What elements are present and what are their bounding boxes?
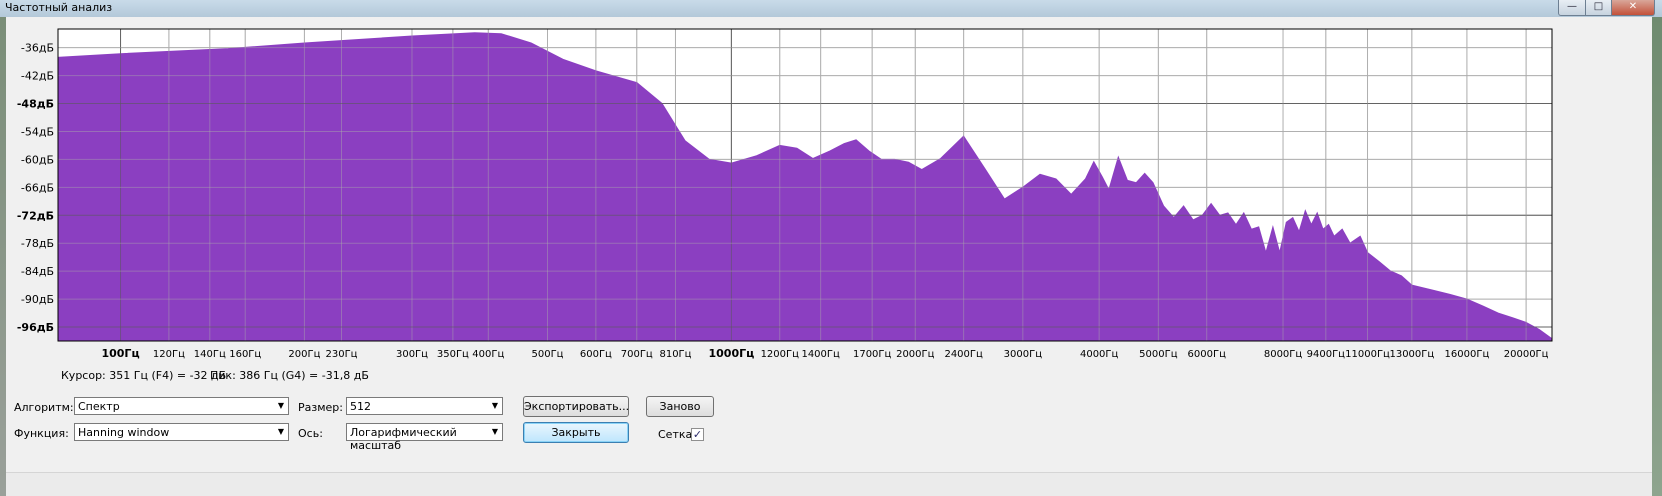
x-tick-label: 2000Гц xyxy=(896,349,935,360)
y-tick-label: -66дБ xyxy=(21,181,54,194)
replot-button[interactable]: Заново xyxy=(646,396,714,417)
y-tick-label: -42дБ xyxy=(21,70,54,83)
x-tick-label: 300Гц xyxy=(396,349,428,360)
peak-readout: Пик: 386 Гц (G4) = -31,8 дБ xyxy=(210,369,369,382)
status-strip xyxy=(6,472,1652,496)
grid-label: Сетка xyxy=(658,428,693,441)
grid-checkbox[interactable]: ✓ xyxy=(691,428,704,441)
x-tick-label: 1700Гц xyxy=(853,349,892,360)
y-tick-label: -72дБ xyxy=(17,209,54,222)
x-tick-label: 8000Гц xyxy=(1264,349,1303,360)
algorithm-label: Алгоритм: xyxy=(14,401,74,414)
size-select[interactable]: 512 ▼ xyxy=(346,397,503,415)
function-label: Функция: xyxy=(14,427,69,440)
minimize-button[interactable]: — xyxy=(1558,0,1586,16)
chevron-down-icon: ▼ xyxy=(491,401,498,410)
x-tick-label: 140Гц xyxy=(194,349,226,360)
x-tick-label: 700Гц xyxy=(621,349,653,360)
x-tick-label: 600Гц xyxy=(580,349,612,360)
close-window-button[interactable]: ✕ xyxy=(1611,0,1655,16)
chevron-down-icon: ▼ xyxy=(491,427,498,436)
x-tick-label: 200Гц xyxy=(288,349,320,360)
x-tick-label: 3000Гц xyxy=(1004,349,1043,360)
algorithm-value: Спектр xyxy=(78,400,120,413)
background-window-edge-right xyxy=(1652,17,1662,496)
x-tick-label: 1000Гц xyxy=(708,347,754,360)
x-tick-label: 13000Гц xyxy=(1389,349,1434,360)
x-tick-label: 400Гц xyxy=(472,349,504,360)
size-value: 512 xyxy=(350,400,371,413)
export-button[interactable]: Экспортировать... xyxy=(523,396,629,417)
x-tick-label: 810Гц xyxy=(659,349,691,360)
x-tick-label: 6000Гц xyxy=(1188,349,1227,360)
y-tick-label: -36дБ xyxy=(21,42,54,55)
x-tick-label: 1200Гц xyxy=(761,349,800,360)
axis-value: Логарифмический масштаб xyxy=(350,426,457,452)
close-button[interactable]: Закрыть xyxy=(523,422,629,443)
x-tick-label: 16000Гц xyxy=(1445,349,1490,360)
x-tick-label: 1400Гц xyxy=(801,349,840,360)
y-tick-label: -96дБ xyxy=(17,321,54,334)
y-tick-label: -90дБ xyxy=(21,293,54,306)
y-tick-label: -48дБ xyxy=(17,98,54,111)
axis-label: Ось: xyxy=(298,427,323,440)
x-tick-label: 120Гц xyxy=(153,349,185,360)
cursor-readout: Курсор: 351 Гц (F4) = -32 дБ xyxy=(61,369,227,382)
x-tick-label: 100Гц xyxy=(101,347,139,360)
x-tick-label: 4000Гц xyxy=(1080,349,1119,360)
size-label: Размер: xyxy=(298,401,343,414)
spectrum-plot[interactable]: -36дБ -42дБ -48дБ -54дБ -60дБ -66дБ -72дБ -78дБ… xyxy=(6,17,1652,387)
function-select[interactable]: Hanning window ▼ xyxy=(74,423,289,441)
x-tick-label: 350Гц xyxy=(437,349,469,360)
x-tick-label: 230Гц xyxy=(325,349,357,360)
spectrum-chart[interactable]: -36дБ -42дБ -48дБ -54дБ -60дБ -66дБ -72дБ -78дБ… xyxy=(6,17,1652,387)
x-tick-label: 500Гц xyxy=(531,349,563,360)
axis-select[interactable]: Логарифмический масштаб ▼ xyxy=(346,423,503,452)
title-bar[interactable]: Частотный анализ — □ ✕ xyxy=(0,0,1662,17)
x-tick-label: 2400Гц xyxy=(944,349,983,360)
function-value: Hanning window xyxy=(78,426,170,439)
x-tick-label: 160Гц xyxy=(229,349,261,360)
algorithm-select[interactable]: Спектр ▼ xyxy=(74,397,289,415)
x-tick-label: 11000Гц xyxy=(1345,349,1390,360)
y-tick-label: -60дБ xyxy=(21,153,54,166)
window-title: Частотный анализ xyxy=(5,1,113,14)
chevron-down-icon: ▼ xyxy=(277,427,284,436)
y-tick-label: -78дБ xyxy=(21,237,54,250)
x-tick-label: 20000Гц xyxy=(1504,349,1549,360)
y-tick-label: -84дБ xyxy=(21,265,54,278)
chevron-down-icon: ▼ xyxy=(277,401,284,410)
x-tick-label: 9400Гц xyxy=(1307,349,1346,360)
x-tick-label: 5000Гц xyxy=(1139,349,1178,360)
maximize-button[interactable]: □ xyxy=(1585,0,1612,16)
y-tick-label: -54дБ xyxy=(21,125,54,138)
frequency-analysis-window: Частотный анализ — □ ✕ -36дБ -42дБ -48дБ -5… xyxy=(0,0,1662,496)
